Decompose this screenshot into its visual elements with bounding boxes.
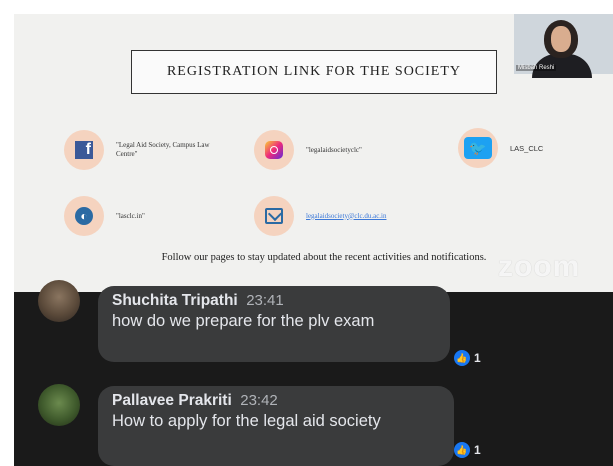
- facebook-label: "Legal Aid Society, Campus Law Centre": [116, 141, 210, 158]
- social-twitter[interactable]: 🐦 LAS_CLC: [458, 128, 543, 168]
- avatar[interactable]: [38, 384, 80, 426]
- like-count[interactable]: 👍 1: [454, 350, 481, 366]
- like-number: 1: [474, 443, 481, 457]
- comment-time[interactable]: 23:42: [240, 392, 278, 409]
- instagram-icon: [265, 141, 283, 159]
- participant-video[interactable]: Misbah Reshi: [514, 14, 613, 78]
- comment-text: how do we prepare for the plv exam: [112, 312, 375, 330]
- social-facebook[interactable]: f "Legal Aid Society, Campus Law Centre": [64, 130, 226, 170]
- comment-text: How to apply for the legal aid society: [112, 412, 381, 430]
- comments-panel: Shuchita Tripathi 23:41 how do we prepar…: [14, 280, 613, 466]
- commenter-name[interactable]: Shuchita Tripathi: [112, 292, 238, 309]
- slide-title: REGISTRATION LINK FOR THE SOCIETY: [131, 50, 497, 94]
- participant-face: [551, 26, 571, 52]
- social-instagram[interactable]: "legalaidsocietyclc": [254, 130, 362, 170]
- website-label: "lasclc.in": [116, 211, 145, 220]
- globe-icon: ◐: [75, 207, 93, 225]
- twitter-label: LAS_CLC: [510, 143, 544, 153]
- like-count[interactable]: 👍 1: [454, 442, 481, 458]
- comment-bubble: Pallavee Prakriti 23:42 How to apply for…: [98, 386, 454, 466]
- commenter-name[interactable]: Pallavee Prakriti: [112, 392, 232, 409]
- follow-text: Follow our pages to stay updated about t…: [161, 252, 487, 263]
- comment-bubble: Shuchita Tripathi 23:41 how do we prepar…: [98, 286, 450, 362]
- thumbs-up-icon: 👍: [454, 350, 470, 366]
- thumbs-up-icon: 👍: [454, 442, 470, 458]
- twitter-icon: 🐦: [464, 137, 492, 159]
- facebook-icon: f: [75, 141, 93, 159]
- like-number: 1: [474, 351, 481, 365]
- email-link[interactable]: legalaidsociety@clc.du.ac.in: [306, 212, 387, 221]
- avatar[interactable]: [38, 280, 80, 322]
- comment-time[interactable]: 23:41: [246, 292, 284, 309]
- social-website[interactable]: ◐ "lasclc.in": [64, 196, 145, 236]
- zoom-watermark: zoom: [498, 250, 581, 283]
- shared-slide: REGISTRATION LINK FOR THE SOCIETY Misbah…: [14, 14, 613, 292]
- participant-name: Misbah Reshi: [516, 65, 557, 71]
- instagram-label: "legalaidsocietyclc": [306, 145, 362, 154]
- mail-icon: [265, 208, 283, 224]
- video-frame: REGISTRATION LINK FOR THE SOCIETY Misbah…: [14, 14, 613, 466]
- social-email[interactable]: legalaidsociety@clc.du.ac.in: [254, 196, 387, 236]
